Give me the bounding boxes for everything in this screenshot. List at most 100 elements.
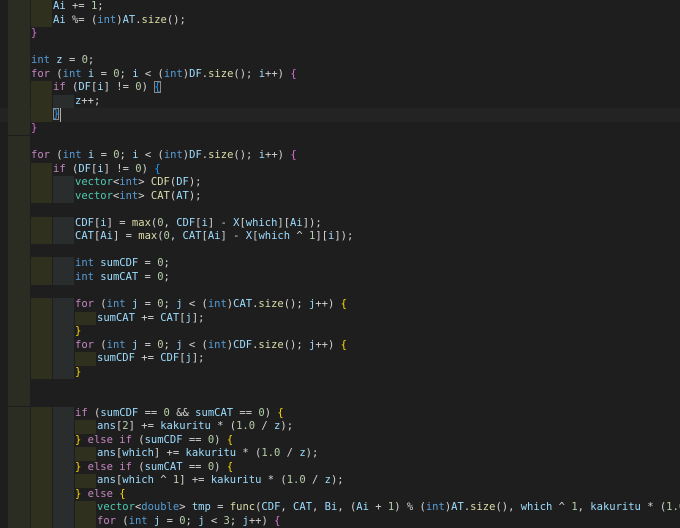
code-token: Ai [290,216,303,229]
code-token: kakuritu [160,420,211,433]
code-token: = [138,338,158,351]
code-token: ( [115,514,129,527]
code-token: int [106,298,126,311]
indent-guide [8,162,30,177]
code-line[interactable]: int z = 0; [0,54,680,68]
code-token: size [208,67,234,80]
indent-guide [8,501,30,515]
code-token: ]; [191,352,205,365]
code-line[interactable]: Ai %= (int)AT.size(); [0,13,680,28]
code-line[interactable]: if (DF[i] != 0) { [0,81,680,95]
code-text: for (int i = 0; i < (int)DF.size(); i++)… [31,149,297,163]
code-line[interactable] [0,379,680,393]
code-token: = [160,514,180,527]
code-line[interactable]: } else if (sumCDF == 0) { [0,433,680,448]
indent-guide [53,325,74,339]
code-token: ] - [207,216,234,229]
code-token: ; [229,514,243,527]
indent-guide [8,447,30,461]
code-line[interactable]: ans[2] += kakuritu * (1.0 / z); [0,420,680,434]
code-token: < ( [182,338,208,351]
code-line[interactable]: for (int j = 0; j < (int)CAT.size(); j++… [0,298,680,312]
code-line[interactable]: int sumCAT = 0; [0,271,680,285]
indent-guide [31,189,52,204]
code-token: which [258,230,291,243]
code-token: ++) [265,149,291,162]
code-token: DF [78,81,91,94]
indent-guide [31,433,52,448]
code-line[interactable]: for (int i = 0; i < (int)DF.size(); i++)… [0,67,680,82]
code-line[interactable]: z++; [0,94,680,109]
code-line[interactable] [0,284,680,299]
code-line[interactable] [0,392,680,407]
code-line[interactable]: for (int i = 0; i < (int)DF.size(); i++)… [0,149,680,163]
code-line[interactable]: vector<int> CAT(AT); [0,189,680,204]
code-line[interactable]: ans[which] += kakuritu * (1.0 / z); [0,447,680,461]
indent-guide [75,352,96,366]
code-line[interactable]: } else { [0,487,680,502]
code-text: } else if (sumCAT == 0) { [75,461,233,475]
code-token: sumCDF [144,433,183,446]
code-token: for [97,514,116,527]
code-line[interactable]: int sumCDF = 0; [0,257,680,271]
indent-guide [8,365,30,380]
code-line[interactable] [0,40,680,55]
code-token: + [368,501,388,514]
indent-guide [53,94,74,109]
indent-guide [31,94,52,109]
indent-guide [53,514,74,528]
code-token: CDF [261,501,281,514]
code-line[interactable]: if (sumCDF == 0 && sumCAT == 0) { [0,406,680,421]
code-line[interactable]: ans[which ^ 1] += kakuritu * (1.0 / z); [0,474,680,488]
indent-guide [8,67,30,82]
code-token: CAT [150,189,170,202]
code-token: which [245,216,278,229]
code-token: = [94,149,114,162]
code-token: ; [119,149,133,162]
code-line[interactable]: } [0,365,680,380]
code-line[interactable]: } else if (sumCAT == 0) { [0,460,680,475]
code-line[interactable]: if (DF[i] != 0) { [0,162,680,177]
code-token: ][ [315,230,328,243]
code-line[interactable]: CAT[Ai] = max(0, CAT[Ai] - X[which ^ 1][… [0,230,680,244]
code-token: < [204,514,224,527]
code-token: DF [189,149,202,162]
code-token: * ( [210,420,237,433]
code-token: size [141,13,167,26]
code-line[interactable] [0,203,680,217]
code-token: = [138,271,158,283]
indent-guide [53,365,74,380]
code-line[interactable]: Ai += 1; [0,0,680,14]
code-editor[interactable]: Ai += 1; Ai %= (int)AT.size();} int z = 0;… [0,0,680,528]
code-token: else [87,487,113,500]
code-line[interactable]: vector<int> CDF(DF); [0,176,680,190]
code-token: ++) [248,514,275,527]
indent-guide [31,420,52,434]
indent-guide [8,338,30,353]
code-line[interactable] [0,243,680,258]
indent-guide [53,487,74,502]
code-line[interactable]: for (int j = 0; j < 3; j++) { [0,514,680,528]
code-token: sumCAT [144,460,183,473]
indent-guide [8,13,30,28]
code-line[interactable]: CDF[i] = max(0, CDF[i] - X[which][Ai]); [0,216,680,231]
code-line[interactable]: } [0,27,680,41]
indent-guide [31,338,52,353]
code-line[interactable]: sumCDF += CDF[j]; [0,352,680,366]
code-token: double [141,501,180,514]
code-line[interactable]: for (int j = 0; j < (int)CDF.size(); j++… [0,338,680,353]
code-line[interactable]: } [0,108,680,122]
code-token: int [62,149,82,162]
indent-guide [53,298,74,312]
code-line[interactable]: } [0,325,680,339]
code-token: ] += [153,447,186,460]
code-line[interactable]: sumCAT += CAT[j]; [0,311,680,326]
code-token: ^ [552,501,572,514]
code-token: / [255,420,275,433]
code-line[interactable]: vector<double> tmp = func(CDF, CAT, Bi, … [0,501,680,515]
code-token: Ai [356,501,369,514]
code-token: ); [188,176,202,189]
code-line[interactable] [0,135,680,150]
matched-bracket: } [53,108,60,121]
code-line[interactable]: } [0,121,680,136]
